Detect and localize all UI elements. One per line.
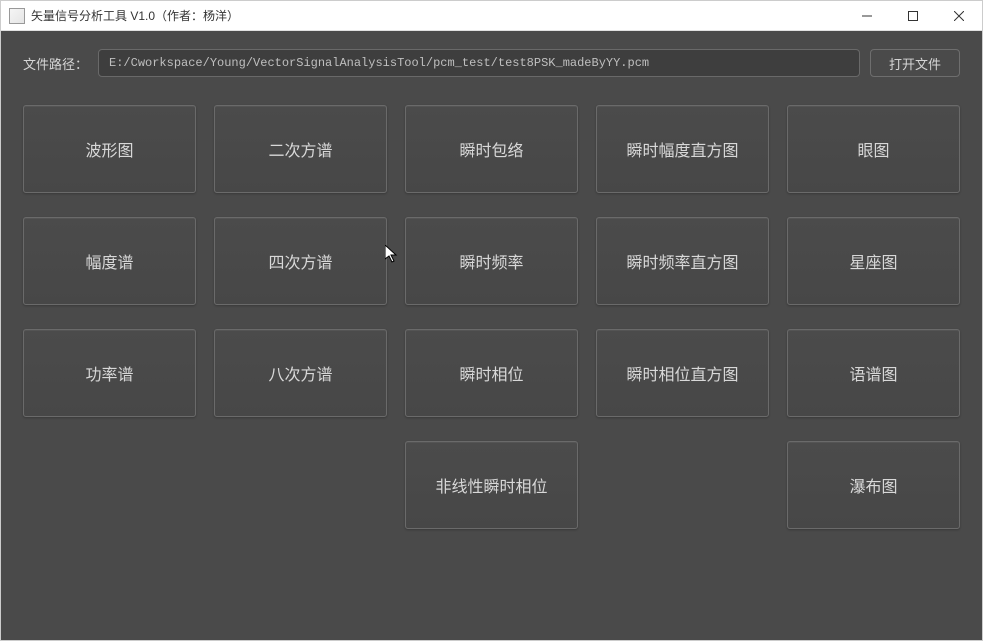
button-grid: 波形图 二次方谱 瞬时包络 瞬时幅度直方图 眼图 幅度谱 四次方谱 瞬时频率 瞬… — [23, 105, 960, 529]
inst-amp-hist-button[interactable]: 瞬时幅度直方图 — [596, 105, 769, 193]
app-window: 矢量信号分析工具 V1.0（作者：杨洋） 文件路径： 打开文件 波形图 二次方谱 — [0, 0, 983, 641]
constellation-button[interactable]: 星座图 — [787, 217, 960, 305]
inst-freq-button[interactable]: 瞬时频率 — [405, 217, 578, 305]
close-button[interactable] — [936, 1, 982, 30]
spectrogram-button[interactable]: 语谱图 — [787, 329, 960, 417]
open-file-label: 打开文件 — [889, 54, 941, 73]
titlebar: 矢量信号分析工具 V1.0（作者：杨洋） — [1, 1, 982, 31]
octic-spectrum-button[interactable]: 八次方谱 — [214, 329, 387, 417]
amp-spectrum-button[interactable]: 幅度谱 — [23, 217, 196, 305]
file-path-input[interactable] — [98, 49, 860, 77]
window-controls — [844, 1, 982, 30]
app-icon — [9, 8, 25, 24]
maximize-button[interactable] — [890, 1, 936, 30]
inst-freq-hist-button[interactable]: 瞬时频率直方图 — [596, 217, 769, 305]
waterfall-button[interactable]: 瀑布图 — [787, 441, 960, 529]
window-title: 矢量信号分析工具 V1.0（作者：杨洋） — [31, 7, 844, 24]
file-path-label: 文件路径： — [23, 54, 88, 73]
nonlinear-inst-phase-button[interactable]: 非线性瞬时相位 — [405, 441, 578, 529]
minimize-button[interactable] — [844, 1, 890, 30]
quartic-spectrum-button[interactable]: 四次方谱 — [214, 217, 387, 305]
eye-diagram-button[interactable]: 眼图 — [787, 105, 960, 193]
client-area: 文件路径： 打开文件 波形图 二次方谱 瞬时包络 瞬时幅度直方图 眼图 幅度谱 … — [1, 31, 982, 640]
inst-phase-hist-button[interactable]: 瞬时相位直方图 — [596, 329, 769, 417]
file-path-row: 文件路径： 打开文件 — [23, 49, 960, 77]
square-spectrum-button[interactable]: 二次方谱 — [214, 105, 387, 193]
waveform-button[interactable]: 波形图 — [23, 105, 196, 193]
inst-phase-button[interactable]: 瞬时相位 — [405, 329, 578, 417]
open-file-button[interactable]: 打开文件 — [870, 49, 960, 77]
inst-envelope-button[interactable]: 瞬时包络 — [405, 105, 578, 193]
power-spectrum-button[interactable]: 功率谱 — [23, 329, 196, 417]
